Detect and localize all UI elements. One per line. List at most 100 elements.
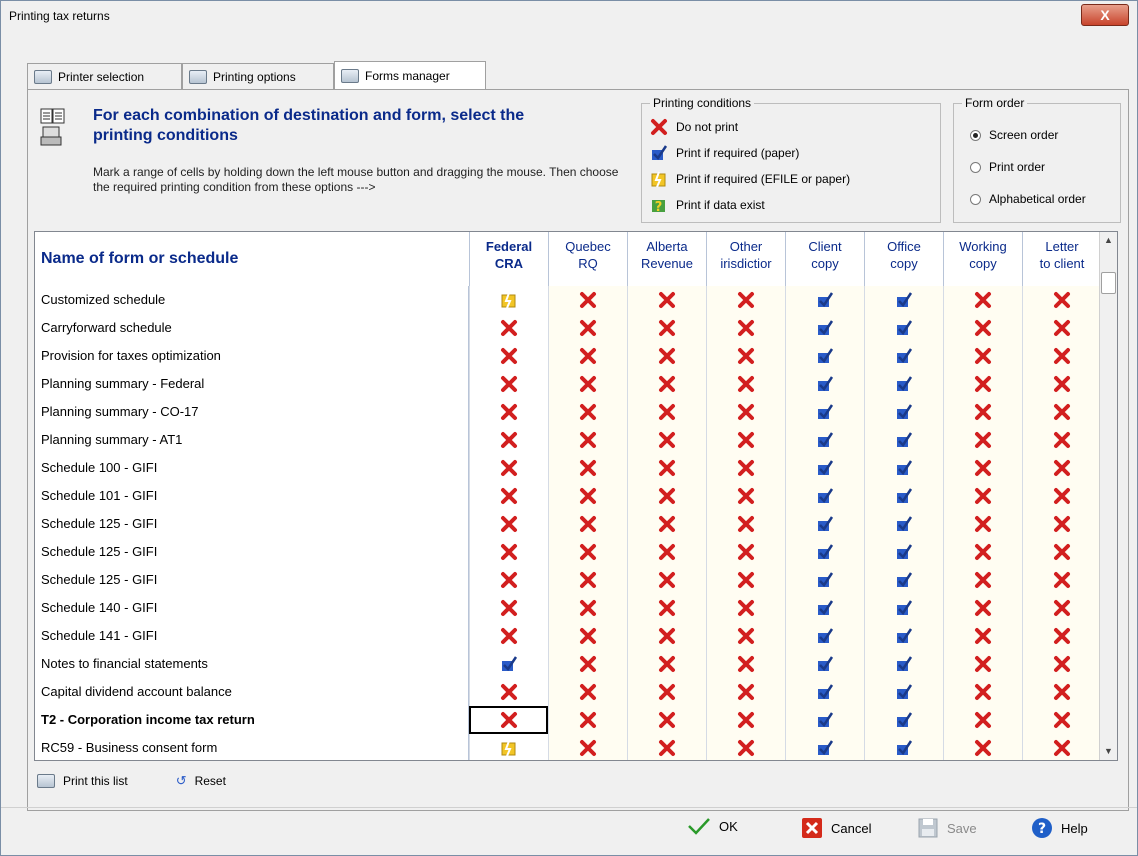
condition-cell[interactable]: [943, 370, 1022, 398]
condition-cell[interactable]: [785, 622, 864, 650]
condition-cell[interactable]: [864, 538, 943, 566]
condition-cell[interactable]: [706, 510, 785, 538]
condition-cell[interactable]: [469, 426, 548, 454]
table-row[interactable]: Schedule 125 - GIFI: [35, 510, 1101, 539]
cancel-button[interactable]: Cancel: [801, 817, 871, 839]
scrollbar-thumb[interactable]: [1101, 272, 1116, 294]
table-row[interactable]: Customized schedule: [35, 286, 1101, 315]
condition-cell[interactable]: [548, 538, 627, 566]
condition-cell[interactable]: [548, 622, 627, 650]
condition-cell[interactable]: [943, 706, 1022, 734]
condition-cell[interactable]: [706, 706, 785, 734]
condition-cell[interactable]: [469, 398, 548, 426]
close-button[interactable]: X: [1081, 4, 1129, 26]
condition-cell[interactable]: [548, 706, 627, 734]
column-header[interactable]: Letter to client: [1022, 232, 1101, 286]
condition-cell[interactable]: [785, 426, 864, 454]
condition-cell[interactable]: [469, 594, 548, 622]
condition-cell[interactable]: [1022, 314, 1101, 342]
condition-cell[interactable]: [706, 566, 785, 594]
condition-cell[interactable]: [627, 566, 706, 594]
condition-cell[interactable]: [943, 314, 1022, 342]
column-header[interactable]: Alberta Revenue: [627, 232, 706, 286]
vertical-scrollbar[interactable]: ▲ ▼: [1099, 232, 1117, 760]
condition-cell[interactable]: [1022, 482, 1101, 510]
column-header[interactable]: Working copy: [943, 232, 1022, 286]
condition-cell[interactable]: [627, 734, 706, 760]
condition-cell[interactable]: [548, 482, 627, 510]
condition-cell[interactable]: [469, 370, 548, 398]
condition-cell[interactable]: [1022, 650, 1101, 678]
condition-cell[interactable]: [785, 398, 864, 426]
condition-cell[interactable]: [627, 594, 706, 622]
table-row[interactable]: Schedule 125 - GIFI: [35, 538, 1101, 567]
condition-cell[interactable]: [469, 678, 548, 706]
column-header[interactable]: Office copy: [864, 232, 943, 286]
condition-cell[interactable]: [627, 706, 706, 734]
condition-cell[interactable]: [548, 510, 627, 538]
condition-cell[interactable]: [706, 734, 785, 760]
help-button[interactable]: ? Help: [1031, 817, 1088, 839]
condition-cell[interactable]: [627, 538, 706, 566]
column-header[interactable]: Other irisdictior: [706, 232, 785, 286]
condition-cell[interactable]: [1022, 342, 1101, 370]
condition-cell[interactable]: [864, 370, 943, 398]
condition-cell[interactable]: [864, 566, 943, 594]
condition-cell[interactable]: [785, 314, 864, 342]
condition-cell[interactable]: [943, 398, 1022, 426]
condition-cell[interactable]: [706, 538, 785, 566]
condition-cell[interactable]: [943, 594, 1022, 622]
condition-cell[interactable]: [864, 482, 943, 510]
condition-cell[interactable]: [864, 622, 943, 650]
condition-cell[interactable]: [943, 538, 1022, 566]
condition-cell[interactable]: [864, 398, 943, 426]
condition-cell[interactable]: [785, 594, 864, 622]
table-row[interactable]: Notes to financial statements: [35, 650, 1101, 679]
condition-cell[interactable]: [1022, 622, 1101, 650]
condition-cell[interactable]: [706, 482, 785, 510]
condition-cell[interactable]: [785, 650, 864, 678]
condition-cell[interactable]: [469, 622, 548, 650]
condition-cell[interactable]: [627, 314, 706, 342]
radio-screen-order[interactable]: Screen order: [970, 128, 1058, 142]
condition-cell[interactable]: [627, 650, 706, 678]
tab-printing-options[interactable]: Printing options: [182, 63, 334, 89]
condition-cell[interactable]: [943, 454, 1022, 482]
condition-cell[interactable]: [627, 678, 706, 706]
table-row[interactable]: Schedule 100 - GIFI: [35, 454, 1101, 483]
condition-cell[interactable]: [1022, 370, 1101, 398]
reset-button[interactable]: ↺ Reset: [176, 773, 226, 789]
condition-cell[interactable]: [864, 650, 943, 678]
condition-cell[interactable]: [627, 622, 706, 650]
condition-cell[interactable]: [785, 678, 864, 706]
condition-cell[interactable]: [548, 370, 627, 398]
condition-cell[interactable]: [627, 426, 706, 454]
condition-cell[interactable]: [1022, 286, 1101, 314]
condition-cell[interactable]: [943, 482, 1022, 510]
condition-cell[interactable]: [706, 426, 785, 454]
condition-cell[interactable]: [785, 538, 864, 566]
condition-cell[interactable]: [469, 510, 548, 538]
condition-cell[interactable]: [548, 650, 627, 678]
condition-cell[interactable]: [785, 370, 864, 398]
condition-cell[interactable]: [943, 342, 1022, 370]
condition-cell[interactable]: [864, 342, 943, 370]
condition-cell[interactable]: [864, 510, 943, 538]
condition-cell[interactable]: [548, 454, 627, 482]
condition-cell[interactable]: [627, 482, 706, 510]
condition-cell[interactable]: [943, 566, 1022, 594]
condition-cell[interactable]: [1022, 510, 1101, 538]
table-row[interactable]: Schedule 141 - GIFI: [35, 622, 1101, 651]
condition-cell[interactable]: [1022, 734, 1101, 760]
condition-cell[interactable]: [469, 706, 548, 734]
condition-cell[interactable]: [1022, 594, 1101, 622]
condition-cell[interactable]: [785, 342, 864, 370]
condition-cell[interactable]: [785, 734, 864, 760]
condition-cell[interactable]: [1022, 706, 1101, 734]
table-row[interactable]: Schedule 125 - GIFI: [35, 566, 1101, 595]
forms-grid[interactable]: Name of form or schedule Federal CRA Quebe…: [34, 231, 1118, 761]
condition-cell[interactable]: [785, 286, 864, 314]
column-header[interactable]: Client copy: [785, 232, 864, 286]
condition-cell[interactable]: [469, 286, 548, 314]
condition-cell[interactable]: [706, 594, 785, 622]
